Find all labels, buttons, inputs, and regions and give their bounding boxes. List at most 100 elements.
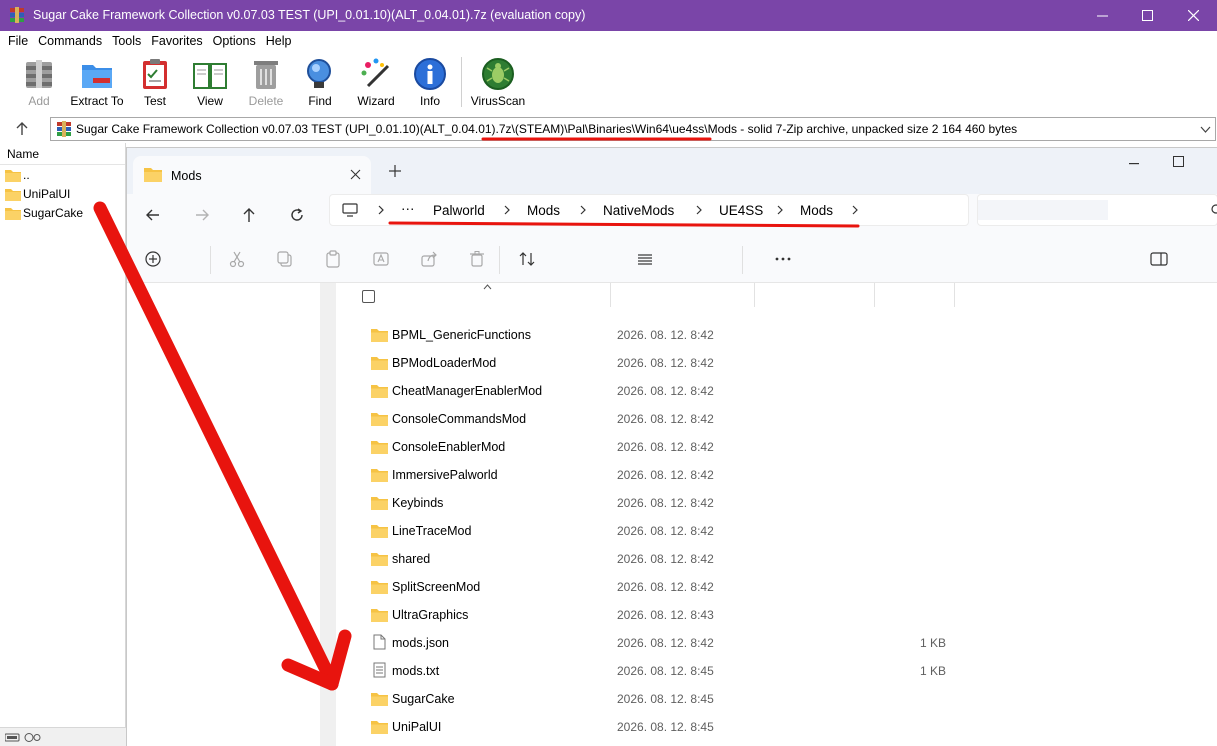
folder-icon xyxy=(371,553,388,566)
breadcrumb-palworld[interactable]: Palworld xyxy=(433,203,485,218)
book-icon xyxy=(193,63,227,89)
breadcrumb-ellipsis[interactable]: ··· xyxy=(401,201,415,216)
up-arrow-icon[interactable] xyxy=(240,206,258,224)
menu-tools[interactable]: Tools xyxy=(107,31,146,51)
file-row[interactable]: BPModLoaderMod 2026. 08. 12. 8:42 xyxy=(336,349,1217,377)
file-row[interactable]: mods.json 2026. 08. 12. 8:42 1 KB xyxy=(336,629,1217,657)
folder-icon xyxy=(5,207,21,220)
file-row[interactable]: UniPalUI 2026. 08. 12. 8:45 xyxy=(336,713,1217,741)
file-name: ConsoleCommandsMod xyxy=(392,412,527,426)
maximize-button[interactable] xyxy=(1124,0,1170,31)
back-arrow-icon[interactable] xyxy=(144,206,162,224)
delete-label: Delete xyxy=(248,94,284,108)
share-icon[interactable] xyxy=(420,250,438,268)
details-pane-icon[interactable] xyxy=(1150,250,1168,268)
search-input[interactable] xyxy=(978,200,1108,220)
find-button[interactable]: Find xyxy=(292,53,348,113)
file-date: 2026. 08. 12. 8:42 xyxy=(617,636,714,650)
maximize-icon xyxy=(1141,10,1153,21)
file-row[interactable]: ConsoleEnablerMod 2026. 08. 12. 8:42 xyxy=(336,433,1217,461)
breadcrumb-mods-current[interactable]: Mods xyxy=(800,203,833,218)
file-row[interactable]: Keybinds 2026. 08. 12. 8:42 xyxy=(336,489,1217,517)
view-lines-icon[interactable] xyxy=(636,250,654,268)
file-row[interactable]: mods.txt 2026. 08. 12. 8:45 1 KB xyxy=(336,657,1217,685)
winrar-app-icon xyxy=(10,7,24,23)
forward-arrow-icon[interactable] xyxy=(193,206,211,224)
chevron-down-icon[interactable] xyxy=(1200,124,1211,135)
close-button[interactable] xyxy=(1170,0,1216,31)
file-row[interactable]: ImmersivePalworld 2026. 08. 12. 8:42 xyxy=(336,461,1217,489)
file-date: 2026. 08. 12. 8:42 xyxy=(617,496,714,510)
name-column-header[interactable]: Name xyxy=(0,143,125,165)
tab-mods[interactable]: Mods xyxy=(133,156,371,194)
add-button[interactable]: Add xyxy=(11,53,67,113)
breadcrumb-nativemods[interactable]: NativeMods xyxy=(603,203,674,218)
breadcrumb-mods[interactable]: Mods xyxy=(527,203,560,218)
info-label: Info xyxy=(419,94,440,108)
more-options-icon[interactable] xyxy=(774,250,792,268)
file-row[interactable]: SugarCake 2026. 08. 12. 8:45 xyxy=(336,685,1217,713)
folder-icon xyxy=(371,525,388,538)
file-row[interactable]: BPML_GenericFunctions 2026. 08. 12. 8:42 xyxy=(336,321,1217,349)
test-button[interactable]: Test xyxy=(127,53,183,113)
breadcrumb-ue4ss[interactable]: UE4SS xyxy=(719,203,763,218)
explorer-nav-bar: ··· Palworld Mods NativeMods UE4SS Mods xyxy=(127,194,1217,236)
new-tab-plus-icon[interactable] xyxy=(388,164,402,178)
status-bar xyxy=(0,727,126,746)
list-item-unipalui[interactable]: UniPalUI xyxy=(0,184,125,203)
minimize-button[interactable] xyxy=(1079,0,1125,31)
wizard-button[interactable]: Wizard xyxy=(348,53,404,113)
info-button[interactable]: Info xyxy=(402,53,458,113)
paste-clipboard-icon[interactable] xyxy=(324,250,342,268)
column-divider[interactable] xyxy=(874,283,875,307)
refresh-icon[interactable] xyxy=(288,206,306,224)
file-row[interactable]: CheatManagerEnablerMod 2026. 08. 12. 8:42 xyxy=(336,377,1217,405)
column-divider[interactable] xyxy=(754,283,755,307)
cut-scissors-icon[interactable] xyxy=(228,250,246,268)
list-item-sugarcake[interactable]: SugarCake xyxy=(0,203,125,222)
column-divider[interactable] xyxy=(954,283,955,307)
extract-to-button[interactable]: Extract To xyxy=(69,53,125,113)
new-plus-icon[interactable] xyxy=(144,250,162,268)
archive-path-combo[interactable]: Sugar Cake Framework Collection v0.07.03… xyxy=(50,117,1216,141)
navigation-pane-scrollbar[interactable] xyxy=(320,283,336,746)
file-date: 2026. 08. 12. 8:43 xyxy=(617,608,714,622)
delete-trash-icon[interactable] xyxy=(468,250,486,268)
chevron-right-icon xyxy=(580,205,586,215)
archive-name: Sugar Cake Framework Collection v0.07.03… xyxy=(76,122,512,136)
virusscan-label: VirusScan xyxy=(470,94,526,108)
column-divider[interactable] xyxy=(610,283,611,307)
sort-arrows-icon[interactable] xyxy=(518,250,536,268)
delete-button[interactable]: Delete xyxy=(238,53,294,113)
virusscan-button[interactable]: VirusScan xyxy=(470,53,526,113)
folder-icon xyxy=(371,357,388,370)
file-name: BPML_GenericFunctions xyxy=(392,328,531,342)
file-date: 2026. 08. 12. 8:42 xyxy=(617,524,714,538)
file-row[interactable]: shared 2026. 08. 12. 8:42 xyxy=(336,545,1217,573)
menu-options[interactable]: Options xyxy=(208,31,261,51)
rename-icon[interactable] xyxy=(372,250,390,268)
test-clipboard-icon xyxy=(143,59,167,89)
menu-file[interactable]: File xyxy=(3,31,33,51)
file-date: 2026. 08. 12. 8:45 xyxy=(617,664,714,678)
menu-commands[interactable]: Commands xyxy=(33,31,107,51)
file-row[interactable]: UltraGraphics 2026. 08. 12. 8:43 xyxy=(336,601,1217,629)
add-label: Add xyxy=(28,94,50,108)
close-icon[interactable] xyxy=(350,169,361,180)
up-arrow-icon[interactable] xyxy=(14,121,30,137)
minimize-icon[interactable] xyxy=(1129,163,1139,165)
view-button[interactable]: View xyxy=(182,53,238,113)
menu-favorites[interactable]: Favorites xyxy=(146,31,207,51)
file-row[interactable]: SplitScreenMod 2026. 08. 12. 8:42 xyxy=(336,573,1217,601)
breadcrumb[interactable]: ··· Palworld Mods NativeMods UE4SS Mods xyxy=(329,194,969,226)
menu-help[interactable]: Help xyxy=(261,31,297,51)
select-all-checkbox[interactable] xyxy=(362,290,375,303)
maximize-icon[interactable] xyxy=(1173,156,1184,167)
list-item-parent[interactable]: .. xyxy=(0,165,125,184)
search-box[interactable] xyxy=(977,194,1217,226)
copy-icon[interactable] xyxy=(276,250,294,268)
chevron-right-icon xyxy=(777,205,783,215)
file-date: 2026. 08. 12. 8:42 xyxy=(617,580,714,594)
file-row[interactable]: LineTraceMod 2026. 08. 12. 8:42 xyxy=(336,517,1217,545)
file-row[interactable]: ConsoleCommandsMod 2026. 08. 12. 8:42 xyxy=(336,405,1217,433)
